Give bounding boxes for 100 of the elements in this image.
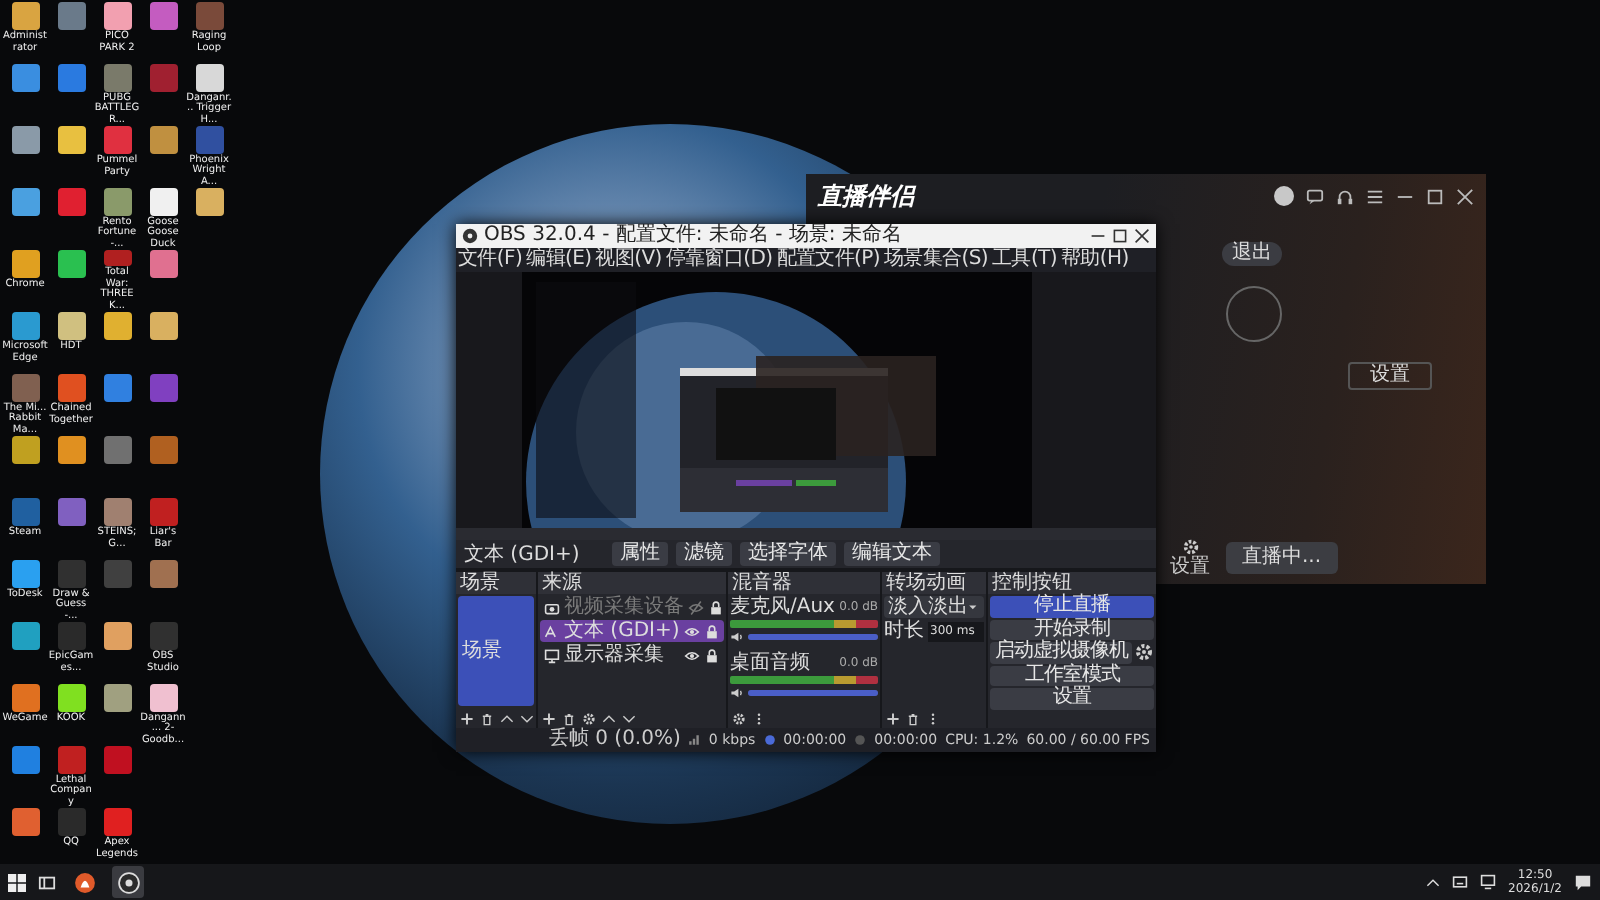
settings-icon[interactable] xyxy=(1134,642,1154,662)
control-button[interactable]: 工作室模式 xyxy=(990,665,1154,686)
chat-icon[interactable] xyxy=(1306,187,1324,205)
volume-slider[interactable] xyxy=(748,634,878,640)
settings-icon[interactable] xyxy=(582,711,596,725)
toolbar-button[interactable]: 滤镜 xyxy=(676,542,732,566)
app-icon[interactable] xyxy=(149,312,177,340)
app-icon[interactable] xyxy=(11,684,39,712)
app-icon[interactable] xyxy=(11,250,39,278)
control-button[interactable]: 设置 xyxy=(990,688,1154,709)
volume-slider[interactable] xyxy=(748,690,878,696)
speaker-icon[interactable] xyxy=(730,630,744,644)
app-icon[interactable] xyxy=(57,250,85,278)
delete-icon[interactable] xyxy=(480,711,494,725)
app-icon[interactable] xyxy=(149,126,177,154)
app-icon[interactable] xyxy=(103,188,131,215)
app-icon[interactable] xyxy=(57,436,85,464)
taskbar-app[interactable] xyxy=(112,866,144,898)
exit-button[interactable]: 退出 xyxy=(1222,242,1282,266)
lock-icon[interactable] xyxy=(708,599,724,615)
eye-icon[interactable] xyxy=(684,647,700,663)
menu-item[interactable]: 编辑(E) xyxy=(524,248,594,272)
speaker-icon[interactable] xyxy=(730,686,744,700)
app-icon[interactable] xyxy=(57,126,85,154)
add-icon[interactable] xyxy=(542,711,556,725)
toolbar-button[interactable]: 编辑文本 xyxy=(844,542,940,566)
add-icon[interactable] xyxy=(886,711,900,725)
up-icon[interactable] xyxy=(500,711,514,725)
lock-icon[interactable] xyxy=(704,623,720,639)
source-name: 文本 (GDI+) xyxy=(564,620,680,642)
eye-icon[interactable] xyxy=(684,623,700,639)
start-icon[interactable] xyxy=(8,873,26,891)
maximize-icon[interactable] xyxy=(1426,187,1444,205)
control-button[interactable]: 启动虚拟摄像机 xyxy=(990,642,1132,663)
menu-icon[interactable] xyxy=(1366,187,1384,205)
close-icon[interactable] xyxy=(1456,187,1474,205)
add-icon[interactable] xyxy=(460,711,474,725)
up-icon[interactable] xyxy=(602,711,616,725)
control-button[interactable]: 停止直播 xyxy=(990,596,1154,617)
eye-off-icon[interactable] xyxy=(688,599,704,615)
app-icon[interactable] xyxy=(11,560,39,588)
app-icon[interactable] xyxy=(11,436,39,464)
chevron-up-icon[interactable] xyxy=(1426,875,1441,889)
duration-label: 时长 xyxy=(884,620,924,642)
live-status-button[interactable]: 直播中... xyxy=(1226,542,1338,574)
menu-item[interactable]: 工具(T) xyxy=(990,248,1059,272)
more-icon[interactable] xyxy=(752,711,766,725)
lock-icon[interactable] xyxy=(704,647,720,663)
settings-label[interactable]: 设置 xyxy=(1170,556,1210,578)
app-icon[interactable] xyxy=(149,684,177,711)
down-icon[interactable] xyxy=(520,711,534,725)
menu-item[interactable]: 配置文件(P) xyxy=(774,248,882,272)
app-icon[interactable] xyxy=(11,64,39,92)
maximize-icon[interactable] xyxy=(1112,228,1128,244)
app-icon[interactable] xyxy=(57,684,85,712)
avatar[interactable] xyxy=(1274,186,1294,206)
settings-icon[interactable] xyxy=(1181,538,1199,556)
app-icon[interactable] xyxy=(149,250,177,278)
keyboard-icon[interactable] xyxy=(1452,874,1469,890)
toolbar-button[interactable]: 选择字体 xyxy=(740,542,836,566)
down-icon[interactable] xyxy=(622,711,636,725)
signal-icon xyxy=(688,734,701,746)
app-icon[interactable] xyxy=(103,312,131,340)
menu-item[interactable]: 停靠窗口(D) xyxy=(663,248,775,272)
more-icon[interactable] xyxy=(926,711,940,725)
task-view-icon[interactable] xyxy=(38,873,56,891)
notification-icon[interactable] xyxy=(1574,873,1592,891)
source-item[interactable]: 显示器采集 xyxy=(540,644,724,666)
app-icon[interactable] xyxy=(103,2,131,30)
network-icon[interactable] xyxy=(1480,874,1497,890)
app-icon[interactable] xyxy=(11,188,39,216)
app-icon[interactable] xyxy=(11,2,39,30)
control-button[interactable]: 开始录制 xyxy=(990,619,1154,640)
settings-button[interactable]: 设置 xyxy=(1348,361,1432,389)
app-icon[interactable] xyxy=(11,126,39,154)
app-icon[interactable] xyxy=(149,188,177,215)
delete-icon[interactable] xyxy=(562,711,576,725)
transition-select[interactable]: 淡入淡出 xyxy=(884,596,984,618)
monitor-icon xyxy=(544,647,560,663)
menu-item[interactable]: 帮助(H) xyxy=(1058,248,1131,272)
menu-item[interactable]: 文件(F) xyxy=(456,248,525,272)
selected-source-label: 文本 (GDI+) xyxy=(464,541,582,568)
app-title: 直播伴侣 xyxy=(818,179,914,213)
toolbar-button[interactable]: 属性 xyxy=(612,542,668,566)
app-icon[interactable] xyxy=(57,312,85,340)
app-icon[interactable] xyxy=(103,622,131,650)
app-icon[interactable] xyxy=(195,64,223,91)
menu-item[interactable]: 视图(V) xyxy=(593,248,664,272)
source-item[interactable]: 文本 (GDI+) xyxy=(540,620,724,642)
delete-icon[interactable] xyxy=(906,711,920,725)
dock-title: 场景 xyxy=(456,572,536,594)
app-icon[interactable] xyxy=(11,312,39,340)
scene-item[interactable]: 场景 xyxy=(458,596,534,706)
source-item[interactable]: 视频采集设备 xyxy=(540,596,724,618)
menu-item[interactable]: 场景集合(S) xyxy=(881,248,991,272)
app-icon[interactable] xyxy=(195,188,223,216)
headset-icon[interactable] xyxy=(1336,187,1354,205)
close-icon[interactable] xyxy=(1134,228,1150,244)
app-icon[interactable] xyxy=(11,622,39,650)
app-icon[interactable] xyxy=(103,684,131,712)
